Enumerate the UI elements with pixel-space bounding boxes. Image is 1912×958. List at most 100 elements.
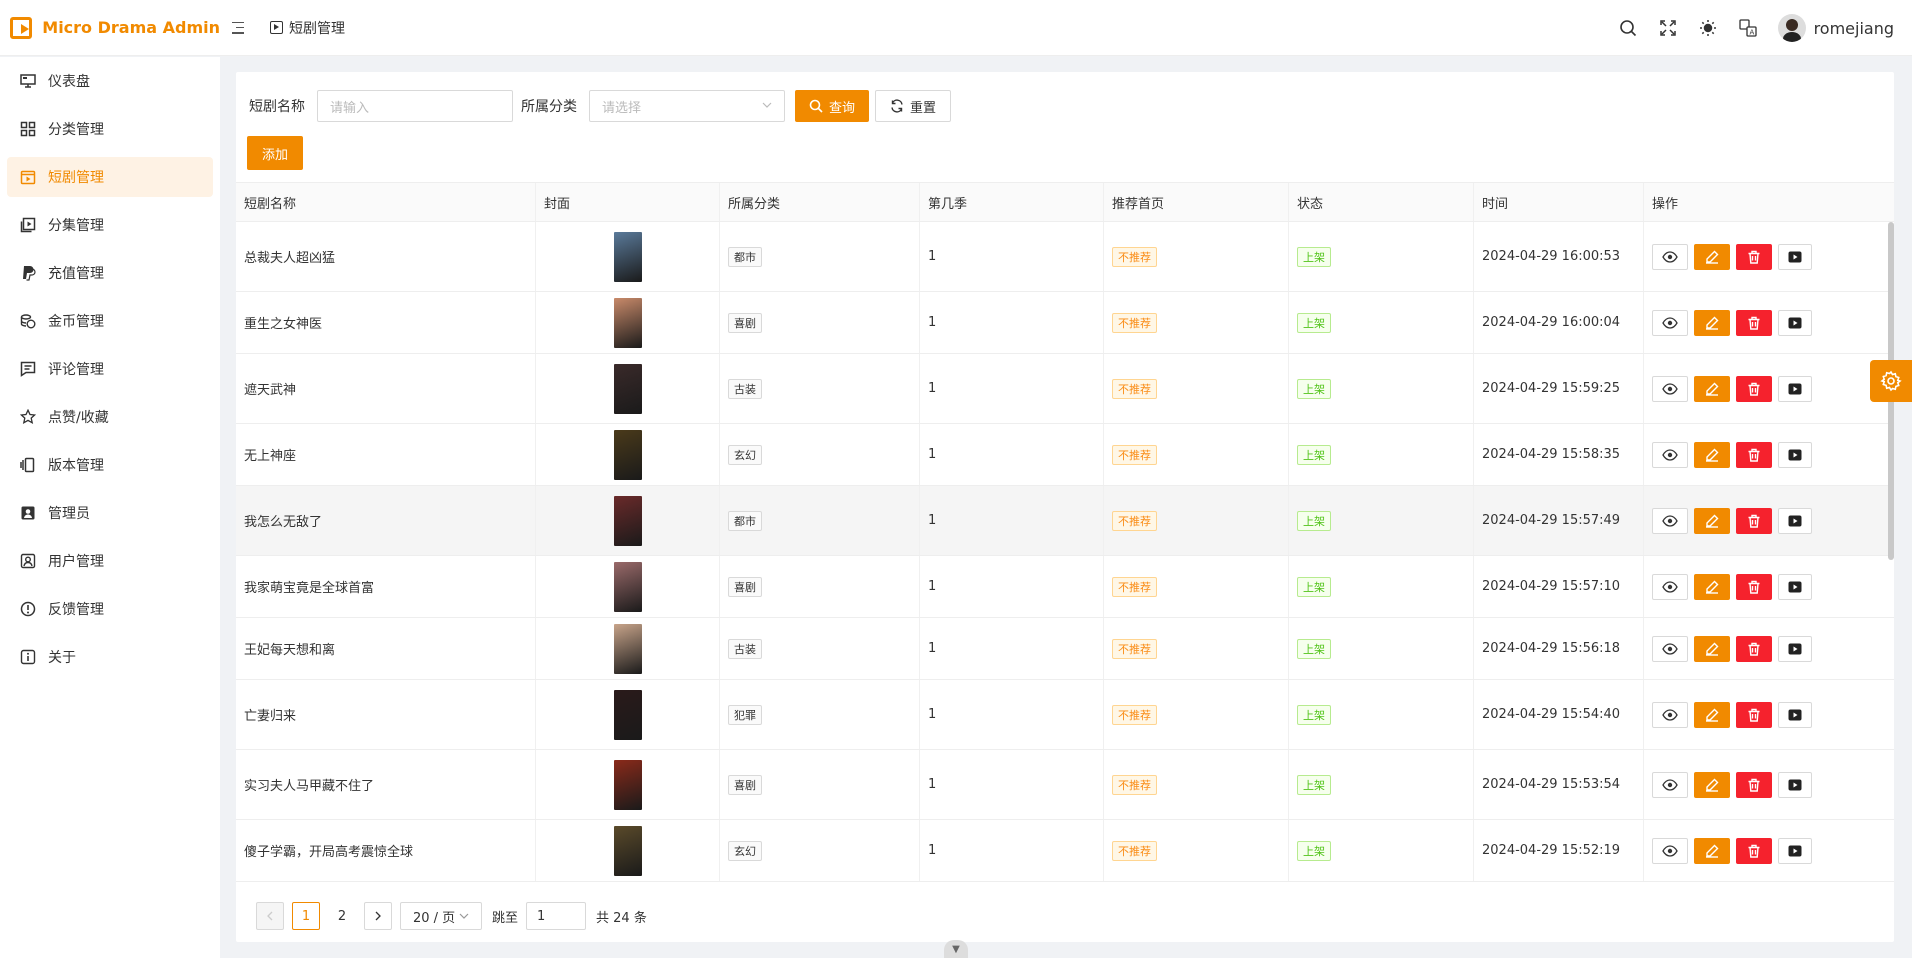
translate-icon[interactable]: A [1738, 18, 1758, 38]
table-row[interactable]: 我怎么无敌了 都市 1 不推荐 上架 2024-04-29 15:57:49 [236, 486, 1894, 556]
edit-button[interactable] [1694, 701, 1730, 728]
delete-button[interactable] [1736, 837, 1772, 864]
search-button[interactable]: 查询 [795, 90, 870, 122]
sidebar-item-dashboard[interactable]: 仪表盘 [7, 61, 213, 101]
play-button[interactable] [1778, 507, 1812, 534]
view-button[interactable] [1652, 441, 1688, 468]
table-row[interactable]: 我家萌宝竟是全球首富 喜剧 1 不推荐 上架 2024-04-29 15:57:10 [236, 556, 1894, 618]
view-button[interactable] [1652, 243, 1688, 270]
logo[interactable]: Micro Drama Admin [0, 16, 220, 39]
edit-button[interactable] [1694, 635, 1730, 662]
table-row[interactable]: 实习夫人马甲藏不住了 喜剧 1 不推荐 上架 2024-04-29 15:53:54 [236, 750, 1894, 820]
sidebar-item-categories[interactable]: 分类管理 [7, 109, 213, 149]
view-button[interactable] [1652, 309, 1688, 336]
play-button[interactable] [1778, 635, 1812, 662]
edit-button[interactable] [1694, 507, 1730, 534]
view-button[interactable] [1652, 837, 1688, 864]
theme-sun-icon[interactable] [1698, 18, 1718, 38]
column-header-time[interactable]: 时间 [1474, 183, 1644, 221]
prev-page-button[interactable] [256, 902, 284, 930]
sidebar-item-feedback[interactable]: 反馈管理 [7, 589, 213, 629]
jump-page-input[interactable]: 1 [526, 902, 587, 930]
settings-gear-button[interactable] [1870, 360, 1912, 402]
sidebar-item-versions[interactable]: 版本管理 [7, 445, 213, 485]
next-page-button[interactable] [364, 902, 392, 930]
table-row[interactable]: 傻子学霸，开局高考震惊全球 玄幻 1 不推荐 上架 2024-04-29 15:52:19 [236, 820, 1894, 882]
cover-image[interactable] [613, 759, 642, 810]
avatar[interactable] [1777, 14, 1806, 42]
view-button[interactable] [1652, 507, 1688, 534]
delete-button[interactable] [1736, 375, 1772, 402]
name-filter-input[interactable]: 请输入 [317, 90, 513, 122]
cover-image[interactable] [613, 495, 642, 546]
sidebar-item-episodes[interactable]: 分集管理 [7, 205, 213, 245]
add-button[interactable]: 添加 [247, 136, 303, 170]
play-button[interactable] [1778, 573, 1812, 600]
delete-button[interactable] [1736, 309, 1772, 336]
play-button[interactable] [1778, 701, 1812, 728]
sidebar-item-recharge[interactable]: 充值管理 [7, 253, 213, 293]
edit-button[interactable] [1694, 243, 1730, 270]
sidebar-item-comments[interactable]: 评论管理 [7, 349, 213, 389]
play-button[interactable] [1778, 771, 1812, 798]
view-button[interactable] [1652, 573, 1688, 600]
view-button[interactable] [1652, 375, 1688, 402]
edit-button[interactable] [1694, 375, 1730, 402]
cover-image[interactable] [613, 231, 642, 282]
edit-button[interactable] [1694, 441, 1730, 468]
play-button[interactable] [1778, 837, 1812, 864]
menu-collapse-icon[interactable] [232, 20, 248, 36]
table-row[interactable]: 亡妻归来 犯罪 1 不推荐 上架 2024-04-29 15:54:40 [236, 680, 1894, 750]
sidebar-item-coins[interactable]: 金币管理 [7, 301, 213, 341]
category-filter-select[interactable]: 请选择 [589, 90, 785, 122]
cover-image[interactable] [613, 689, 642, 740]
sidebar-item-users[interactable]: 用户管理 [7, 541, 213, 581]
cover-image[interactable] [613, 561, 642, 612]
play-button[interactable] [1778, 309, 1812, 336]
username[interactable]: romejiang [1814, 19, 1894, 38]
sidebar-item-admins[interactable]: 管理员 [7, 493, 213, 533]
sidebar-item-about[interactable]: 关于 [7, 637, 213, 677]
cover-image[interactable] [613, 825, 642, 876]
page-1-button[interactable]: 1 [292, 902, 320, 930]
sidebar-item-likes-favorites[interactable]: 点赞/收藏 [7, 397, 213, 437]
cover-image[interactable] [613, 297, 642, 348]
column-header-status[interactable]: 状态 [1289, 183, 1474, 221]
delete-button[interactable] [1736, 635, 1772, 662]
table-row[interactable]: 王妃每天想和离 古装 1 不推荐 上架 2024-04-29 15:56:18 [236, 618, 1894, 680]
search-icon[interactable] [1618, 18, 1638, 38]
fullscreen-icon[interactable] [1658, 18, 1678, 38]
column-header-cover[interactable]: 封面 [536, 183, 720, 221]
cover-image[interactable] [613, 363, 642, 414]
column-header-season[interactable]: 第几季 [920, 183, 1104, 221]
play-button[interactable] [1778, 375, 1812, 402]
sidebar-item-dramas[interactable]: 短剧管理 [7, 157, 213, 197]
play-button[interactable] [1778, 441, 1812, 468]
reset-button[interactable]: 重置 [875, 90, 952, 122]
delete-button[interactable] [1736, 771, 1772, 798]
edit-button[interactable] [1694, 837, 1730, 864]
table-row[interactable]: 总裁夫人超凶猛 都市 1 不推荐 上架 2024-04-29 16:00:53 [236, 222, 1894, 292]
cover-image[interactable] [613, 429, 642, 480]
view-button[interactable] [1652, 771, 1688, 798]
delete-button[interactable] [1736, 441, 1772, 468]
page-size-select[interactable]: 20 / 页 [400, 902, 482, 930]
cover-image[interactable] [613, 623, 642, 674]
page-2-button[interactable]: 2 [328, 902, 356, 930]
view-button[interactable] [1652, 701, 1688, 728]
delete-button[interactable] [1736, 243, 1772, 270]
table-row[interactable]: 重生之女神医 喜剧 1 不推荐 上架 2024-04-29 16:00:04 [236, 292, 1894, 354]
delete-button[interactable] [1736, 507, 1772, 534]
view-button[interactable] [1652, 635, 1688, 662]
column-header-name[interactable]: 短剧名称 [236, 183, 536, 221]
edit-button[interactable] [1694, 309, 1730, 336]
edit-button[interactable] [1694, 573, 1730, 600]
chevron-down-icon[interactable]: ▼ [944, 940, 968, 958]
delete-button[interactable] [1736, 701, 1772, 728]
table-row[interactable]: 遮天武神 古装 1 不推荐 上架 2024-04-29 15:59:25 [236, 354, 1894, 424]
edit-button[interactable] [1694, 771, 1730, 798]
table-row[interactable]: 无上神座 玄幻 1 不推荐 上架 2024-04-29 15:58:35 [236, 424, 1894, 486]
column-header-category[interactable]: 所属分类 [720, 183, 920, 221]
delete-button[interactable] [1736, 573, 1772, 600]
play-button[interactable] [1778, 243, 1812, 270]
